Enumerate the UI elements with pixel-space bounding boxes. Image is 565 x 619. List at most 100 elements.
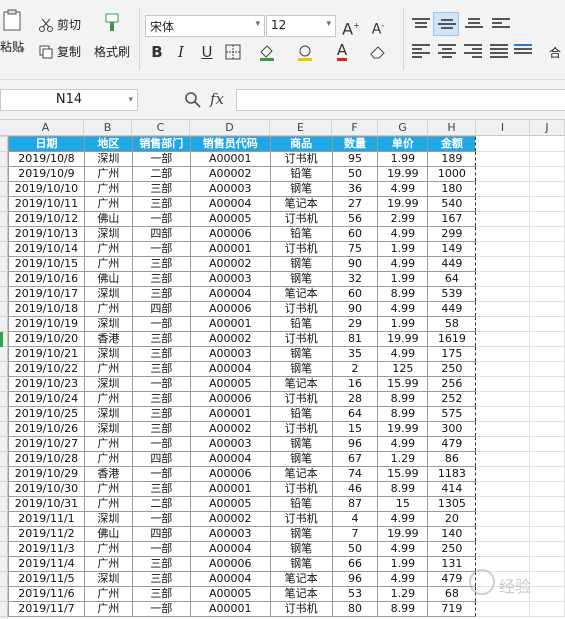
table-cell[interactable]: 二部 <box>131 496 191 512</box>
empty-cell[interactable] <box>529 451 565 467</box>
empty-cell[interactable] <box>529 421 565 437</box>
align-center-icon[interactable] <box>438 44 456 58</box>
table-cell[interactable]: A00002 <box>189 421 271 437</box>
table-cell[interactable]: 四部 <box>131 226 191 242</box>
table-cell[interactable]: 订书机 <box>269 151 333 167</box>
table-cell[interactable]: 80 <box>331 601 379 617</box>
distribute-icon[interactable] <box>514 44 532 58</box>
table-cell[interactable]: 8.99 <box>377 286 429 302</box>
table-cell[interactable]: 一部 <box>131 211 191 227</box>
empty-cell[interactable] <box>475 541 531 557</box>
table-cell[interactable]: 1000 <box>427 166 477 182</box>
table-cell[interactable]: 64 <box>427 271 477 287</box>
table-cell[interactable]: 三部 <box>131 391 191 407</box>
table-cell[interactable]: 2.99 <box>377 211 429 227</box>
empty-cell[interactable] <box>475 391 531 407</box>
table-cell[interactable]: 2019/10/17 <box>8 286 85 302</box>
table-cell[interactable]: 2019/10/8 <box>8 151 85 167</box>
table-cell[interactable]: 三部 <box>131 571 191 587</box>
table-cell[interactable]: 1.99 <box>377 151 429 167</box>
table-cell[interactable]: A00006 <box>189 466 271 482</box>
empty-cell[interactable] <box>475 166 531 182</box>
empty-cell[interactable] <box>475 316 531 332</box>
table-cell[interactable]: 15.99 <box>377 376 429 392</box>
table-cell[interactable]: 19.99 <box>377 331 429 347</box>
table-cell[interactable]: 58 <box>427 316 477 332</box>
table-cell[interactable]: 175 <box>427 346 477 362</box>
align-middle-icon[interactable] <box>433 12 459 36</box>
table-cell[interactable]: 订书机 <box>269 211 333 227</box>
table-cell[interactable]: A00005 <box>189 211 271 227</box>
table-cell[interactable]: 笔记本 <box>269 586 333 602</box>
table-cell[interactable]: 15.99 <box>377 466 429 482</box>
table-cell[interactable]: 2019/11/7 <box>8 601 85 617</box>
table-cell[interactable]: 64 <box>331 406 379 422</box>
table-cell[interactable]: A00006 <box>189 226 271 242</box>
table-cell[interactable]: 75 <box>331 241 379 257</box>
table-cell[interactable]: A00001 <box>189 601 271 617</box>
header-cell[interactable]: 地区 <box>83 136 133 152</box>
table-cell[interactable]: 深圳 <box>83 346 133 362</box>
table-cell[interactable]: 香港 <box>83 466 133 482</box>
table-cell[interactable]: 广州 <box>83 181 133 197</box>
table-cell[interactable]: 2019/11/5 <box>8 571 85 587</box>
border-icon[interactable] <box>224 42 242 62</box>
table-cell[interactable]: 36 <box>331 181 379 197</box>
table-cell[interactable]: 广州 <box>83 241 133 257</box>
table-cell[interactable]: 一部 <box>131 511 191 527</box>
table-cell[interactable]: 2019/10/30 <box>8 481 85 497</box>
table-cell[interactable]: 250 <box>427 541 477 557</box>
format-painter-button[interactable]: 格式刷 <box>92 12 132 64</box>
cell-area[interactable]: 日期 地区 销售部门 销售员代码 商品 数量 单价 金额 2019/10/8 深圳 一部 A00001… <box>8 136 565 617</box>
table-cell[interactable]: 449 <box>427 256 477 272</box>
table-cell[interactable]: 2019/10/18 <box>8 301 85 317</box>
table-cell[interactable]: 7 <box>331 526 379 542</box>
table-cell[interactable]: 300 <box>427 421 477 437</box>
table-cell[interactable]: 35 <box>331 346 379 362</box>
table-cell[interactable]: 深圳 <box>83 226 133 242</box>
table-cell[interactable]: 佛山 <box>83 271 133 287</box>
table-cell[interactable]: 2019/10/27 <box>8 436 85 452</box>
empty-cell[interactable] <box>529 346 565 362</box>
header-cell[interactable]: 金额 <box>427 136 477 152</box>
table-cell[interactable]: 16 <box>331 376 379 392</box>
header-cell[interactable]: 数量 <box>331 136 379 152</box>
table-cell[interactable]: 2019/10/15 <box>8 256 85 272</box>
fill-color-icon[interactable] <box>258 42 276 62</box>
empty-cell[interactable] <box>475 181 531 197</box>
table-cell[interactable]: 8.99 <box>377 601 429 617</box>
table-cell[interactable]: 252 <box>427 391 477 407</box>
table-cell[interactable]: A00001 <box>189 316 271 332</box>
empty-cell[interactable] <box>529 316 565 332</box>
table-cell[interactable]: 一部 <box>131 151 191 167</box>
table-cell[interactable]: A00004 <box>189 571 271 587</box>
table-cell[interactable]: 149 <box>427 241 477 257</box>
empty-cell[interactable] <box>529 436 565 452</box>
table-cell[interactable]: A00004 <box>189 451 271 467</box>
table-cell[interactable]: 66 <box>331 556 379 572</box>
table-cell[interactable]: 27 <box>331 196 379 212</box>
table-cell[interactable]: A00004 <box>189 196 271 212</box>
column-header-b[interactable]: B <box>84 120 132 136</box>
header-cell[interactable]: 商品 <box>269 136 333 152</box>
table-cell[interactable]: 8.99 <box>377 391 429 407</box>
align-right-icon[interactable] <box>464 44 482 58</box>
header-cell[interactable]: 销售部门 <box>131 136 191 152</box>
empty-cell[interactable] <box>529 166 565 182</box>
empty-cell[interactable] <box>475 151 531 167</box>
table-cell[interactable]: 一部 <box>131 436 191 452</box>
table-cell[interactable]: 笔记本 <box>269 196 333 212</box>
table-cell[interactable]: 50 <box>331 541 379 557</box>
table-cell[interactable]: 19.99 <box>377 166 429 182</box>
table-cell[interactable]: 575 <box>427 406 477 422</box>
table-cell[interactable]: 订书机 <box>269 391 333 407</box>
table-cell[interactable]: 2019/10/24 <box>8 391 85 407</box>
zoom-icon[interactable] <box>184 91 202 109</box>
table-cell[interactable]: 一部 <box>131 316 191 332</box>
table-cell[interactable]: A00002 <box>189 511 271 527</box>
table-cell[interactable]: A00006 <box>189 301 271 317</box>
table-cell[interactable]: 三部 <box>131 586 191 602</box>
table-cell[interactable]: 60 <box>331 226 379 242</box>
table-cell[interactable]: 一部 <box>131 541 191 557</box>
table-cell[interactable]: 2019/11/3 <box>8 541 85 557</box>
